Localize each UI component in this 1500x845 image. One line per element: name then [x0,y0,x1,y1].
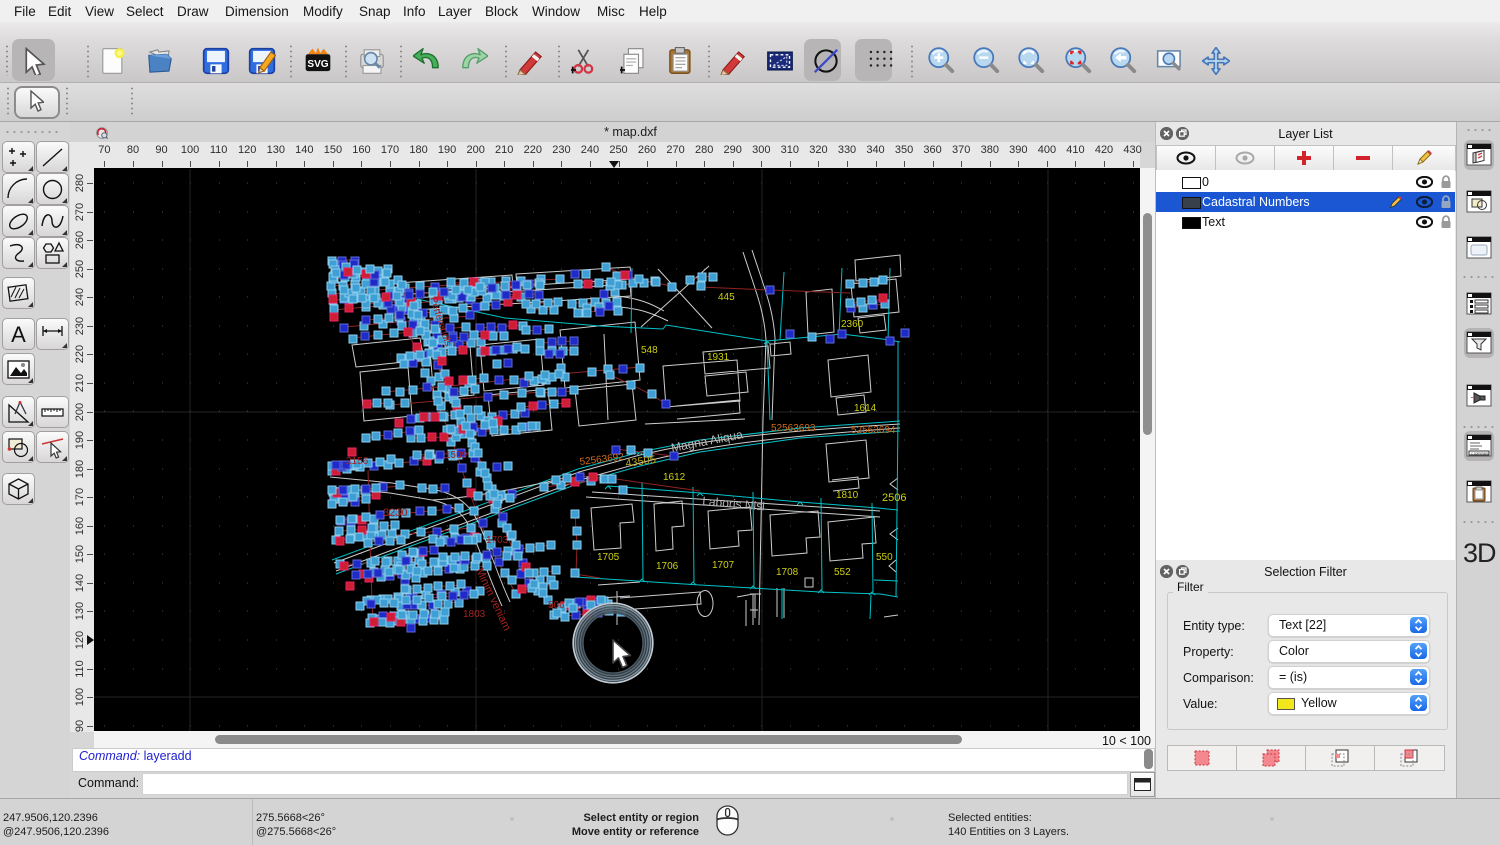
svg-text:c command: c command [1471,452,1489,456]
svg-text:1810: 1810 [836,490,859,501]
svg-text:506: 506 [548,600,565,611]
svg-text:3230: 3230 [383,507,407,519]
svg-text:2156: 2156 [346,456,369,467]
svg-text:548: 548 [641,345,658,356]
svg-text:1931: 1931 [707,352,730,363]
svg-text:1612: 1612 [663,472,686,483]
svg-text:2506: 2506 [882,492,906,504]
svg-text:1708: 1708 [776,567,799,578]
svg-text:52563694: 52563694 [851,425,896,436]
svg-text:1707: 1707 [712,560,735,571]
svg-text:1706: 1706 [656,561,679,572]
svg-text:552: 552 [834,567,851,578]
svg-text:43505: 43505 [625,454,657,470]
svg-text:1705: 1705 [597,552,620,563]
svg-text:445: 445 [718,292,735,303]
svg-text:1803: 1803 [463,609,486,620]
svg-text:1614: 1614 [854,403,877,414]
svg-text:550: 550 [876,552,893,563]
svg-text:1509: 1509 [445,450,468,461]
svg-text:2360: 2360 [841,319,864,330]
svg-text:A: A [11,322,26,347]
svg-text:SVG: SVG [307,59,328,70]
svg-text:52563693: 52563693 [771,423,816,434]
svg-text:1703: 1703 [486,535,509,546]
